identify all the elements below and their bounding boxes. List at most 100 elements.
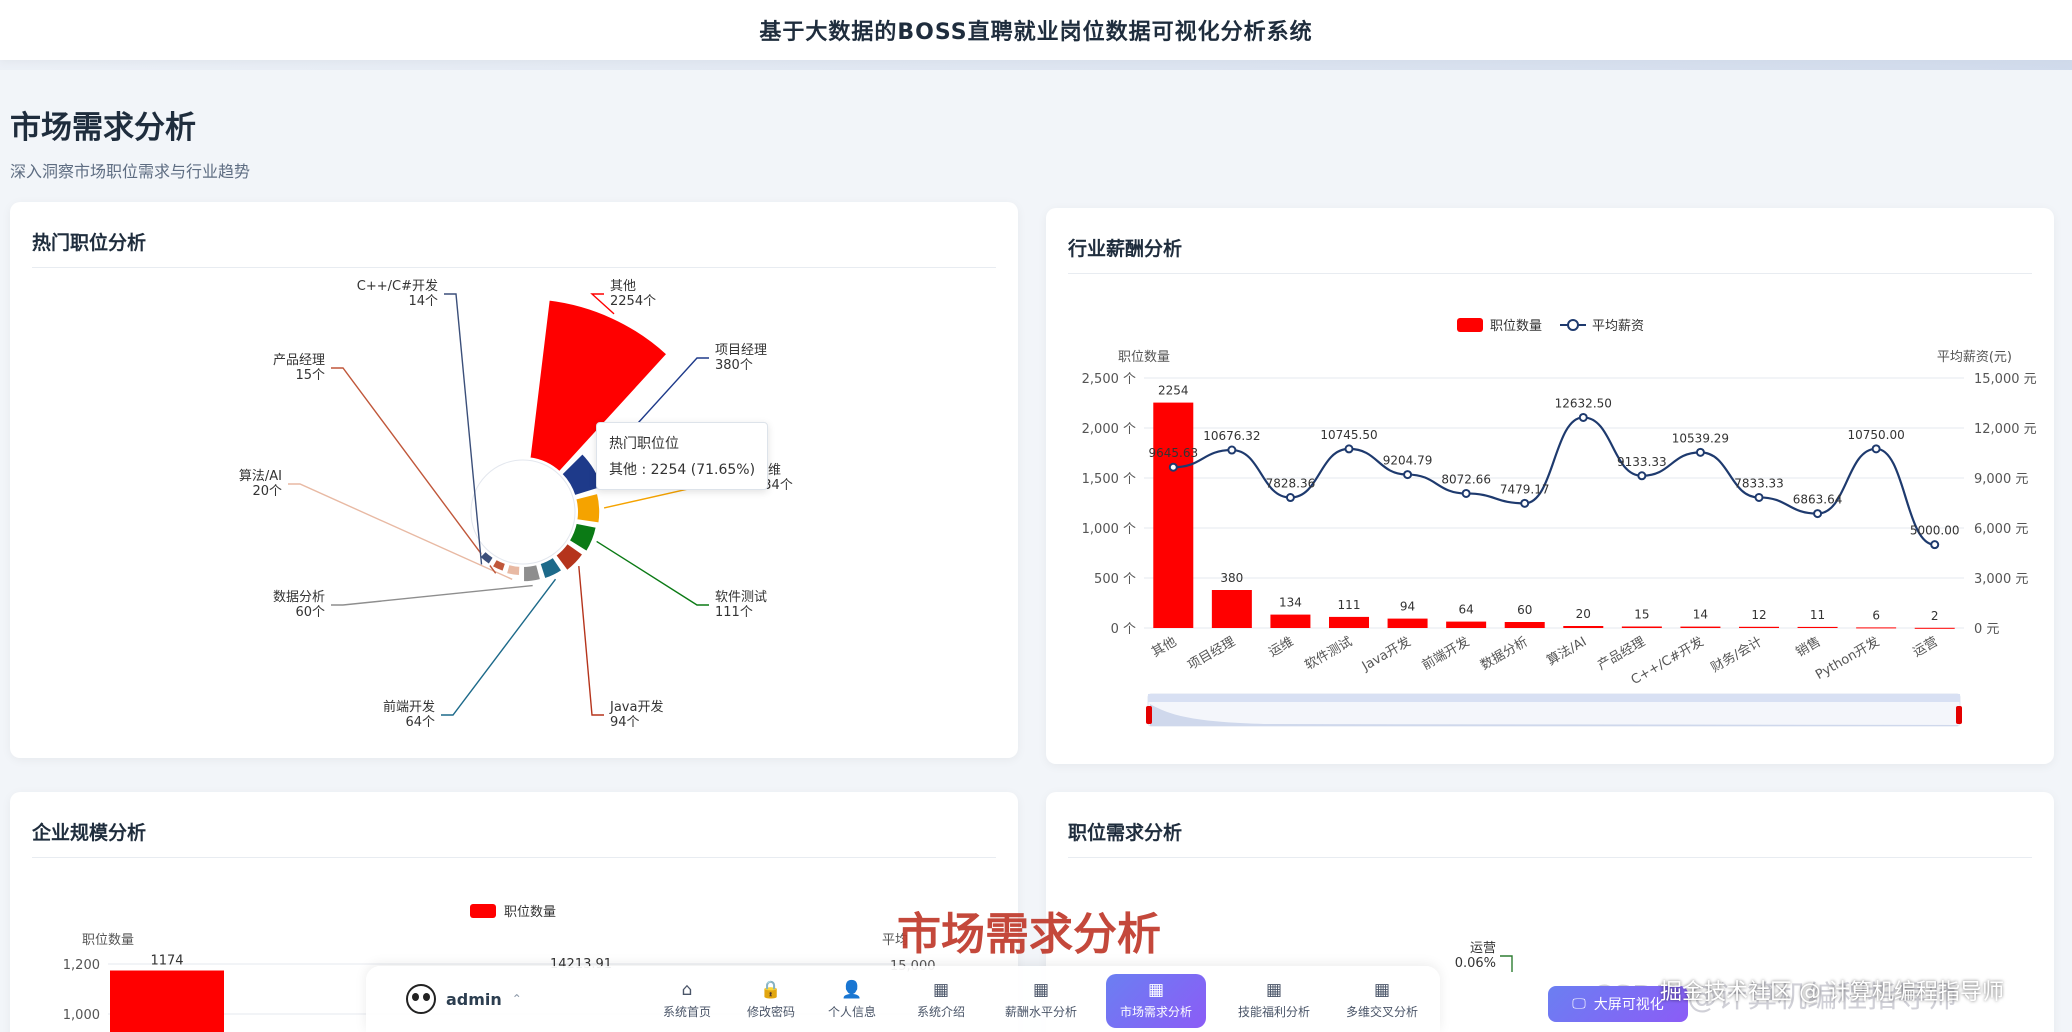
industry-salary-card: 行业薪酬分析 职位数量 平均薪资 职位数量 平均薪资(元) 0 个0 元 500 个 3,0… xyxy=(1046,208,2054,764)
y-tick-left: 2,000 个 xyxy=(1082,422,1136,437)
y-tick-right: 0 元 xyxy=(1974,622,1999,637)
pie-label-line xyxy=(596,540,709,606)
bar-value-label: 111 xyxy=(1338,598,1361,612)
bar-job-count xyxy=(1446,621,1487,628)
dock-item-label: 技能福利分析 xyxy=(1237,1005,1310,1019)
dock-item-5[interactable]: ▦ 薪酬水平分析 xyxy=(997,974,1085,1028)
salary-value-label: 7833.33 xyxy=(1734,476,1784,490)
pie-slice-value: 94个 xyxy=(610,715,640,730)
salary-value-label: 7479.17 xyxy=(1500,482,1550,496)
home-icon: ⌂ xyxy=(681,980,693,1000)
grid-icon: ▦ xyxy=(1147,980,1165,1000)
salary-value-label: 5000.00 xyxy=(1910,524,1960,538)
pie-slice-value: 20个 xyxy=(252,484,282,499)
pie-label-line xyxy=(444,293,483,565)
tooltip-percent: 71.65% xyxy=(696,462,750,478)
bar-job-count xyxy=(1739,626,1779,628)
salary-point xyxy=(1637,471,1647,481)
salary-point xyxy=(1813,509,1823,519)
bar-job-count xyxy=(1211,590,1252,628)
chart-tooltip: 热门职位位 其他 : 2254 (71.65%) xyxy=(596,422,769,490)
dock-item-6[interactable]: ▦ 市场需求分析 xyxy=(1106,974,1206,1028)
username: admin xyxy=(446,989,502,1009)
legend-swatch-salary-dot xyxy=(1567,319,1579,331)
data-zoom-handle-left xyxy=(1146,706,1152,724)
top-bar-shadow xyxy=(0,60,2072,70)
bar-value-label: 20 xyxy=(1576,607,1591,621)
salary-value-label: 9133.33 xyxy=(1617,455,1667,469)
dock-item-8[interactable]: ▦ 多维交叉分析 xyxy=(1332,974,1432,1028)
legend-label-salary: 平均薪资 xyxy=(1592,319,1644,334)
bar-job-count xyxy=(1270,614,1311,628)
bar-job-count xyxy=(1153,402,1194,628)
y-tick-right: 12,000 元 xyxy=(1974,422,2037,437)
pie-slice xyxy=(504,563,522,578)
x-tick-label: Python开发 xyxy=(1813,634,1883,683)
legend-label-count: 职位数量 xyxy=(1490,319,1542,334)
bar-value-label: 6 xyxy=(1872,608,1880,622)
grid-icon: ▦ xyxy=(932,980,950,1000)
page-subtitle: 深入洞察市场职位需求与行业趋势 xyxy=(10,162,251,181)
bar-value-label: 14 xyxy=(1693,608,1708,622)
pie-slice-value: 14个 xyxy=(408,294,438,309)
chevron-up-icon: ⌃ xyxy=(511,992,522,1006)
legend-label-count: 职位数量 xyxy=(504,905,556,920)
salary-point xyxy=(1461,488,1471,498)
pie-slice-label: 项目经理 xyxy=(715,343,767,358)
x-tick-label: 财务/会计 xyxy=(1708,634,1765,676)
user-menu[interactable]: admin ⌃ xyxy=(406,976,546,1022)
bar-value-label: 60 xyxy=(1517,603,1532,617)
x-tick-label: 算法/AI xyxy=(1544,634,1589,669)
dock-item-label: 市场需求分析 xyxy=(1119,1005,1192,1019)
hot-jobs-rose-chart[interactable]: 其他2254个项目经理380个运维134个软件测试111个Java开发94个前端… xyxy=(10,202,1018,758)
dock-item-1[interactable]: ⌂ 系统首页 xyxy=(658,974,716,1028)
grid-icon: ▦ xyxy=(1265,980,1283,1000)
demand-label: 运营 xyxy=(1470,941,1496,956)
pie-slice-value: 2254个 xyxy=(610,294,656,309)
salary-point xyxy=(1403,470,1413,480)
pie-slice-label: C++/C#开发 xyxy=(357,278,438,294)
salary-value-label: 10539.29 xyxy=(1672,431,1729,445)
pie-slice-label: 产品经理 xyxy=(273,353,325,368)
pie-label-line xyxy=(331,584,533,606)
salary-value-label: 10750.00 xyxy=(1848,428,1905,442)
x-tick-label: 其他 xyxy=(1149,634,1179,660)
bottom-dock: admin ⌃ ⌂ 系统首页 🔒 修改密码 👤 个人信息 ▦ 系统介绍 ▦ 薪酬水平分析 ▦ 市场需求… xyxy=(366,966,1440,1032)
industry-salary-chart[interactable]: 职位数量 平均薪资职位数量 平均薪资(元)0 个0 元500 个 3,000 元1,0… xyxy=(1046,208,2054,764)
y-tick-left: 1,500 个 xyxy=(1082,472,1136,487)
bar-value-label: 94 xyxy=(1400,600,1415,614)
x-tick-label: 软件测试 xyxy=(1302,634,1355,673)
dock-item-label: 修改密码 xyxy=(746,1005,795,1019)
big-screen-label: 大屏可视化 xyxy=(1593,997,1664,1013)
juejin-watermark: 掘金技术社区 @ 计算机编程指导师 xyxy=(1660,980,2004,1005)
y-tick-left: 500 个 xyxy=(1094,572,1136,587)
pie-center-ring xyxy=(470,459,576,565)
hot-jobs-card: 热门职位分析 其他2254个项目经理380个运维134个软件测试111个Java… xyxy=(10,202,1018,758)
monitor-icon: 🖵 xyxy=(1572,996,1586,1012)
dock-item-label: 系统介绍 xyxy=(916,1005,965,1019)
dock-item-4[interactable]: ▦ 系统介绍 xyxy=(912,974,970,1028)
y-tick-left: 2,500 个 xyxy=(1082,372,1136,387)
dock-item-7[interactable]: ▦ 技能福利分析 xyxy=(1222,974,1326,1028)
y-tick-right: 6,000 元 xyxy=(1974,522,2028,537)
dock-item-label: 个人信息 xyxy=(828,1005,877,1019)
y-axis-right-name: 平均薪资(元) xyxy=(1937,350,2012,365)
panda-avatar xyxy=(406,984,436,1014)
y-axis-left-name: 职位数量 xyxy=(1118,350,1170,365)
bar-value-label: 11 xyxy=(1810,608,1825,622)
salary-value-label: 7828.36 xyxy=(1266,477,1316,491)
y-tick-right: 15,000 元 xyxy=(1974,372,2037,387)
salary-point xyxy=(1578,412,1588,422)
dock-item-label: 系统首页 xyxy=(662,1005,711,1019)
bar-job-count xyxy=(1387,618,1428,628)
dock-item-2[interactable]: 🔒 修改密码 xyxy=(742,974,800,1028)
pie-slice-label: 算法/AI xyxy=(239,469,282,484)
pie-slice-value: 15个 xyxy=(295,368,325,383)
data-zoom-bar xyxy=(1148,694,1960,702)
salary-point xyxy=(1695,447,1705,457)
x-tick-label: Java开发 xyxy=(1358,634,1413,675)
dock-item-label: 薪酬水平分析 xyxy=(1004,1005,1077,1019)
dock-item-label: 多维交叉分析 xyxy=(1345,1005,1418,1019)
bar-value-label: 2 xyxy=(1931,609,1939,623)
dock-item-3[interactable]: 👤 个人信息 xyxy=(828,974,876,1028)
